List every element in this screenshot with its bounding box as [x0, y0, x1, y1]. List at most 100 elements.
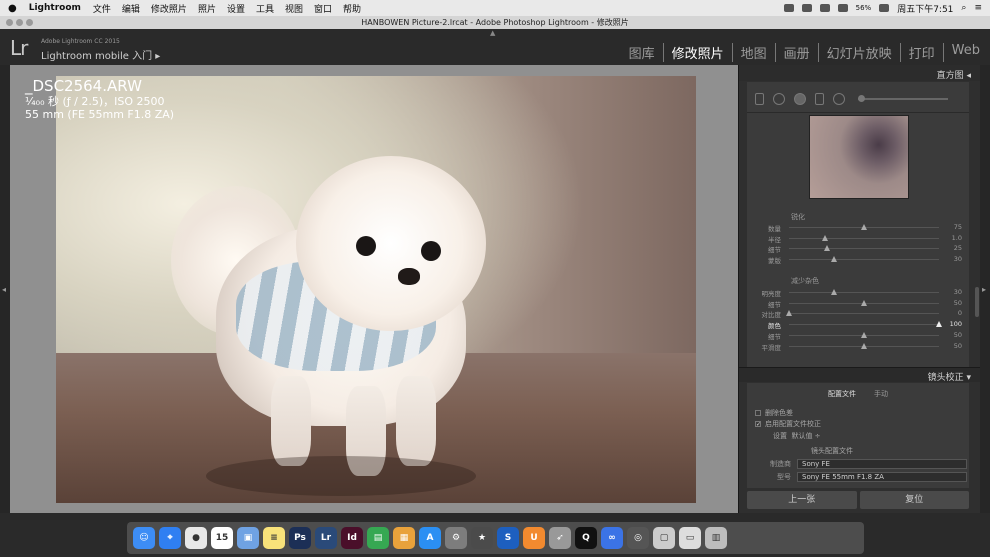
- noise-slider-value[interactable]: 50: [944, 331, 962, 339]
- tray-icon[interactable]: [837, 4, 848, 12]
- expand-left-panel-icon[interactable]: ◂: [2, 285, 6, 294]
- sharpening-slider-track[interactable]: [789, 224, 939, 230]
- spot-removal-icon[interactable]: [794, 92, 806, 105]
- noise-slider-value[interactable]: 0: [944, 309, 962, 317]
- make-dropdown[interactable]: Sony FE: [797, 459, 967, 469]
- close-button[interactable]: [6, 19, 13, 26]
- sharpening-slider-thumb[interactable]: [822, 234, 828, 241]
- wifi-icon[interactable]: [879, 4, 890, 12]
- tray-icon[interactable]: [783, 4, 794, 12]
- model-dropdown[interactable]: Sony FE 55mm F1.8 ZA: [797, 472, 967, 482]
- calendar-icon[interactable]: 15: [211, 527, 233, 549]
- noise-slider-value[interactable]: 100: [944, 320, 962, 328]
- menu-tools[interactable]: 工具: [256, 2, 274, 15]
- noise-slider-thumb[interactable]: [861, 299, 867, 306]
- qq-icon[interactable]: Q: [575, 527, 597, 549]
- baidu-icon[interactable]: ∞: [601, 527, 623, 549]
- sharpening-slider-track[interactable]: [789, 234, 939, 241]
- menu-develop[interactable]: 修改照片: [151, 2, 187, 15]
- crop-overlay-icon[interactable]: [773, 92, 785, 105]
- lens-corrections-header[interactable]: 镜头校正 ▾: [739, 367, 981, 383]
- menu-file[interactable]: 文件: [93, 2, 111, 15]
- apple-icon[interactable]: ●: [8, 3, 17, 14]
- noise-slider-thumb[interactable]: [936, 321, 942, 328]
- module-web[interactable]: Web: [944, 43, 980, 62]
- search-icon[interactable]: ⌕: [961, 3, 966, 13]
- noise-slider-track[interactable]: [789, 289, 939, 295]
- menu-view[interactable]: 视图: [285, 2, 303, 15]
- chrome-icon[interactable]: ●: [185, 527, 207, 549]
- tab-manual[interactable]: 手动: [874, 389, 888, 403]
- sysprefs-icon[interactable]: ⚙: [445, 527, 467, 549]
- keynote-icon[interactable]: ▦: [393, 527, 415, 549]
- graduated-filter-icon[interactable]: [815, 92, 824, 105]
- tab-profile[interactable]: 配置文件: [828, 389, 856, 403]
- tray-icon[interactable]: [819, 4, 830, 12]
- noise-slider-value[interactable]: 50: [944, 342, 962, 350]
- noise-slider-thumb[interactable]: [831, 289, 837, 295]
- noise-slider-track[interactable]: [789, 331, 939, 338]
- battery-percent[interactable]: 56%: [856, 4, 872, 12]
- finder-icon[interactable]: ☺: [133, 527, 155, 549]
- sharpening-slider-thumb[interactable]: [823, 245, 830, 252]
- noise-slider-thumb[interactable]: [786, 310, 792, 317]
- module-library[interactable]: 图库: [621, 43, 664, 62]
- remove-ca-checkbox[interactable]: 删除色差: [755, 408, 793, 418]
- noise-slider-track[interactable]: [786, 310, 939, 317]
- menu-window[interactable]: 窗口: [314, 2, 332, 15]
- menu-edit[interactable]: 编辑: [122, 2, 140, 15]
- module-develop[interactable]: 修改照片: [664, 43, 733, 62]
- trash-icon[interactable]: ▥: [705, 527, 727, 549]
- uc-icon[interactable]: U: [523, 527, 545, 549]
- sharpening-slider-value[interactable]: 1.0: [944, 234, 962, 242]
- menu-help[interactable]: 帮助: [343, 2, 361, 15]
- setup-dropdown[interactable]: 默认值 ÷: [791, 432, 820, 440]
- imovie-icon[interactable]: ★: [471, 527, 493, 549]
- noise-slider-value[interactable]: 50: [944, 299, 962, 307]
- tray-icon[interactable]: [801, 4, 812, 12]
- radial-filter-icon[interactable]: [833, 92, 845, 105]
- menu-settings[interactable]: 设置: [227, 2, 245, 15]
- main-photo[interactable]: [56, 76, 696, 503]
- sharpening-slider-track[interactable]: [789, 245, 939, 252]
- brush-slider[interactable]: [858, 94, 948, 102]
- sharpening-slider-value[interactable]: 75: [944, 223, 962, 231]
- module-map[interactable]: 地图: [733, 43, 776, 62]
- collapse-top-panel-icon[interactable]: ▲: [490, 29, 500, 37]
- grid-icon[interactable]: [755, 92, 764, 105]
- previous-settings-button[interactable]: 上一张: [747, 491, 857, 509]
- sharpening-slider-thumb[interactable]: [861, 224, 867, 230]
- preview-icon[interactable]: ▣: [237, 527, 259, 549]
- menu-app-name[interactable]: Lightroom: [29, 3, 81, 13]
- detail-preview[interactable]: [809, 115, 909, 199]
- lightroom-icon[interactable]: Lr: [315, 527, 337, 549]
- module-print[interactable]: 打印: [901, 43, 944, 62]
- menu-photo[interactable]: 照片: [198, 2, 216, 15]
- notes-icon[interactable]: ≡: [263, 527, 285, 549]
- capture-icon[interactable]: ◎: [627, 527, 649, 549]
- noise-slider-track[interactable]: [789, 299, 939, 306]
- histogram-header[interactable]: 直方图 ◂: [739, 65, 981, 81]
- mobile-start-link[interactable]: Lightroom mobile 入门 ▸: [41, 47, 160, 62]
- collapse-right-panel-icon[interactable]: ▸: [982, 285, 986, 294]
- reset-button[interactable]: 复位: [859, 491, 969, 509]
- appstore-icon[interactable]: A: [419, 527, 441, 549]
- clock[interactable]: 周五下午7:51: [897, 2, 953, 15]
- enable-profile-checkbox[interactable]: ✓ 启用配置文件校正: [755, 419, 821, 429]
- s-icon[interactable]: S: [497, 527, 519, 549]
- sharpening-slider-track[interactable]: [789, 256, 939, 263]
- sharpening-slider-value[interactable]: 25: [944, 244, 962, 252]
- minimize-button[interactable]: [16, 19, 23, 26]
- noise-slider-track[interactable]: [789, 321, 942, 328]
- noise-slider-thumb[interactable]: [861, 331, 867, 338]
- module-slideshow[interactable]: 幻灯片放映: [819, 43, 901, 62]
- noise-slider-value[interactable]: 30: [944, 288, 962, 296]
- sharpening-slider-value[interactable]: 30: [944, 255, 962, 263]
- indesign-icon[interactable]: Id: [341, 527, 363, 549]
- photoshop-icon[interactable]: Ps: [289, 527, 311, 549]
- zoom-button[interactable]: [26, 19, 33, 26]
- sharpening-slider-thumb[interactable]: [831, 256, 837, 263]
- module-book[interactable]: 画册: [776, 43, 819, 62]
- finder2-icon[interactable]: ▭: [679, 527, 701, 549]
- screenshot-icon[interactable]: ▢: [653, 527, 675, 549]
